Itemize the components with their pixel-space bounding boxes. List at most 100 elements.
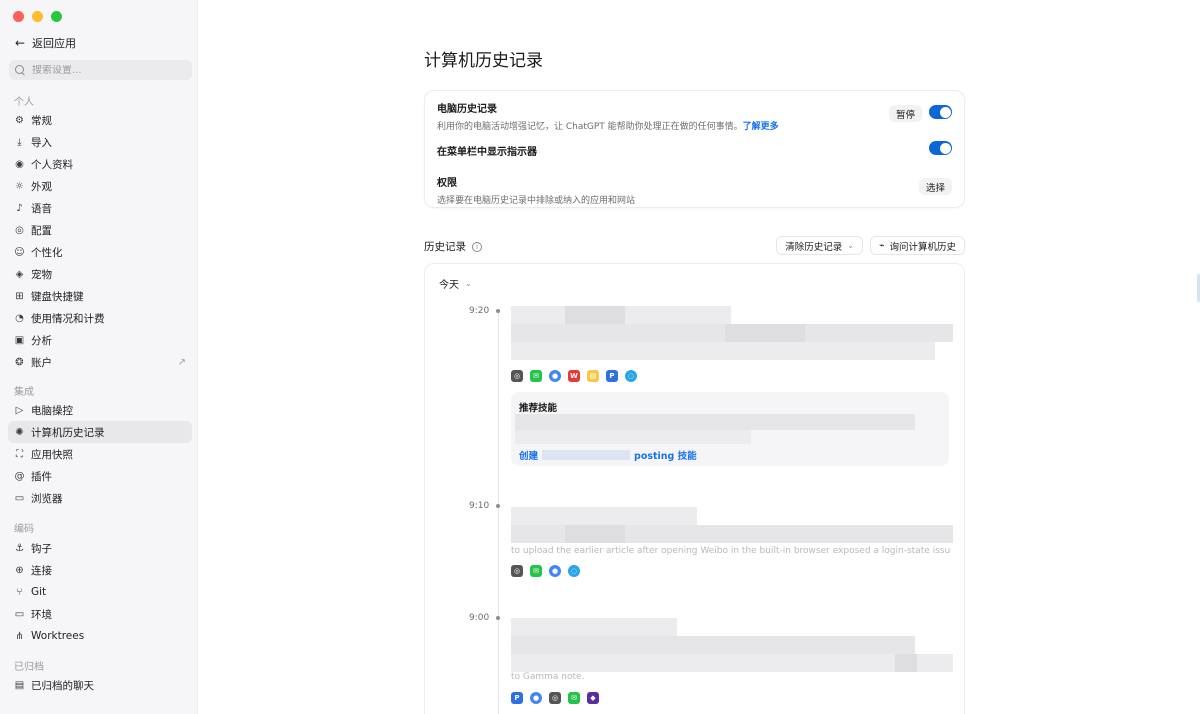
sidebar-item-label: 外观 [31, 180, 52, 193]
timeline-dot [496, 309, 500, 313]
external-link-icon: ↗ [177, 356, 186, 368]
sidebar-item-worktrees[interactable]: ⋔ Worktrees [8, 625, 192, 647]
day-filter-dropdown[interactable]: 今天 ⌄ [439, 276, 472, 291]
nav-archived: ▤ 已归档的聊天 [8, 674, 192, 696]
sidebar-item-environment[interactable]: ▭ 环境 [8, 603, 192, 625]
sidebar-item-hooks[interactable]: ⚓ 钩子 [8, 537, 192, 559]
menubar-indicator-toggle[interactable] [929, 141, 952, 155]
sidebar-item-label: 分析 [31, 334, 52, 347]
worktree-icon: ⋔ [15, 630, 24, 642]
sidebar-item-label: 配置 [31, 224, 52, 237]
monitor-icon: ▭ [14, 608, 25, 620]
messages-icon: ◌ [568, 565, 580, 577]
sidebar-item-label: 使用情况和计费 [31, 312, 105, 325]
sidebar-item-label: Worktrees [31, 630, 85, 642]
zoom-window-button[interactable] [51, 11, 62, 22]
sidebar-item-browser[interactable]: ▭ 浏览器 [8, 487, 192, 509]
sidebar-item-keyboard[interactable]: ⊞ 键盘快捷键 [8, 285, 192, 307]
recommended-skill-card: 推荐技能 创建 posting 技能 [511, 392, 949, 466]
sidebar-item-general[interactable]: ⚙ 常规 [8, 109, 192, 131]
sidebar-item-profile[interactable]: ◉ 个人资料 [8, 153, 192, 175]
snapshot-icon: ⛶ [16, 448, 23, 460]
entry-app-icons: ◎ ✉ ● W ▤ P ◌ [511, 370, 637, 382]
sidebar-item-label: 环境 [31, 608, 52, 621]
learn-more-link[interactable]: 了解更多 [743, 122, 779, 132]
minimize-window-button[interactable] [32, 11, 43, 22]
ask-computer-history-button[interactable]: ⌁ 询问计算机历史 [870, 236, 965, 255]
sidebar-item-voice[interactable]: ♪ 语音 [8, 197, 192, 219]
sun-icon: ☼ [15, 180, 24, 192]
search-input[interactable] [32, 64, 182, 76]
sidebar-item-personalize[interactable]: ☺ 个性化 [8, 241, 192, 263]
sidebar-item-archived-chats[interactable]: ▤ 已归档的聊天 [8, 674, 192, 696]
history-icon: ✺ [15, 426, 24, 438]
history-toggle[interactable] [929, 105, 952, 119]
chatgpt-icon: ◎ [511, 370, 523, 382]
sidebar-item-label: 插件 [31, 470, 52, 483]
sidebar-item-import[interactable]: ⤓ 导入 [8, 131, 192, 153]
sidebar-item-app-snapshot[interactable]: ⛶ 应用快照 [8, 443, 192, 465]
scrollbar[interactable] [1192, 30, 1200, 690]
sidebar-item-analytics[interactable]: ▣ 分析 [8, 329, 192, 351]
chat-bubble-icon: ⌁ [879, 240, 885, 251]
sidebar-item-label: 个人资料 [31, 158, 73, 171]
entry-app-icons: P ● ◎ ✉ ◆ [511, 692, 599, 704]
sidebar-item-computer-control[interactable]: ▷ 电脑操控 [8, 399, 192, 421]
clear-history-button[interactable]: 清除历史记录 ⌄ [776, 236, 863, 255]
pet-icon: ◈ [15, 268, 24, 280]
pause-button[interactable]: 暂停 [888, 105, 922, 122]
sidebar-item-label: 语音 [31, 202, 52, 215]
close-window-button[interactable] [13, 11, 24, 22]
sidebar-item-label: 应用快照 [31, 448, 73, 461]
entry-time: 9:10 [469, 501, 490, 511]
cursor-icon: ▷ [15, 404, 24, 416]
sidebar-item-label: 钩子 [31, 542, 52, 555]
history-label: 历史记录 i [424, 239, 482, 254]
sidebar-item-label: 常规 [31, 114, 52, 127]
choose-button[interactable]: 选择 [918, 178, 952, 195]
entry-app-icons: ◎ ✉ ● ◌ [511, 565, 580, 577]
pixelmator-icon: P [511, 692, 523, 704]
entry-time: 9:20 [469, 306, 490, 316]
section-label-coding: 编码 [14, 524, 34, 535]
sidebar-item-appearance[interactable]: ☼ 外观 [8, 175, 192, 197]
redacted-skill-name [542, 450, 631, 460]
sidebar-item-connections[interactable]: ⊕ 连接 [8, 559, 192, 581]
section-label-integrations: 集成 [14, 387, 34, 398]
sidebar-item-plugins[interactable]: @ 插件 [8, 465, 192, 487]
chatgpt-icon: ◎ [549, 692, 561, 704]
analytics-icon: ▣ [14, 334, 25, 346]
timeline-line [498, 312, 499, 714]
sidebar-item-config[interactable]: ◎ 配置 [8, 219, 192, 241]
nav-personal: ⚙ 常规 ⤓ 导入 ◉ 个人资料 ☼ 外观 ♪ 语音 ◎ 配置 ☺ 个性化 ◈ 宠物 ⊞ 键盘快捷… [8, 109, 192, 373]
section-label-archived: 已归档 [14, 662, 44, 673]
chatgpt-icon: ◎ [511, 565, 523, 577]
sidebar-item-git[interactable]: ⑂ Git [8, 581, 192, 603]
personalize-icon: ☺ [14, 246, 25, 258]
history-feed: 今天 ⌄ 9:20 ◎ ✉ ● W ▤ P ◌ 推荐技能 创建 posting … [424, 263, 965, 714]
settings-search[interactable] [9, 60, 192, 80]
messages-icon: ◌ [625, 370, 637, 382]
wps-icon: W [568, 370, 580, 382]
skill-title: 推荐技能 [519, 403, 558, 414]
page-title: 计算机历史记录 [424, 51, 543, 71]
notes-icon: ▤ [587, 370, 599, 382]
entry-partial-text: to Gamma note. [511, 672, 585, 682]
sidebar-item-computer-history[interactable]: ✺ 计算机历史记录 [8, 421, 192, 443]
nav-integrations: ▷ 电脑操控 ✺ 计算机历史记录 ⛶ 应用快照 @ 插件 ▭ 浏览器 [8, 399, 192, 509]
chrome-icon: ● [530, 692, 542, 704]
sidebar-item-account[interactable]: ❂ 账户 ↗ [8, 351, 192, 373]
nav-coding: ⚓ 钩子 ⊕ 连接 ⑂ Git ▭ 环境 ⋔ Worktrees [8, 537, 192, 647]
settings-card: 电脑历史记录 利用你的电脑活动增强记忆，让 ChatGPT 能帮助你处理正在做的… [424, 90, 965, 208]
info-icon[interactable]: i [472, 241, 482, 252]
sidebar-item-usage[interactable]: ◔ 使用情况和计费 [8, 307, 192, 329]
back-to-app-button[interactable]: ← 返回应用 [14, 35, 76, 51]
sidebar-item-label: 导入 [31, 136, 52, 149]
sidebar-item-pet[interactable]: ◈ 宠物 [8, 263, 192, 285]
git-branch-icon: ⑂ [16, 586, 23, 598]
setting-row-permissions: 权限 选择要在电脑历史记录中排除或纳入的应用和网站 选择 [437, 174, 952, 206]
create-skill-link[interactable]: 创建 posting 技能 [519, 448, 697, 462]
chevron-down-icon: ⌄ [847, 241, 854, 250]
section-label-personal: 个人 [14, 97, 34, 108]
arrow-left-icon: ← [14, 36, 26, 50]
